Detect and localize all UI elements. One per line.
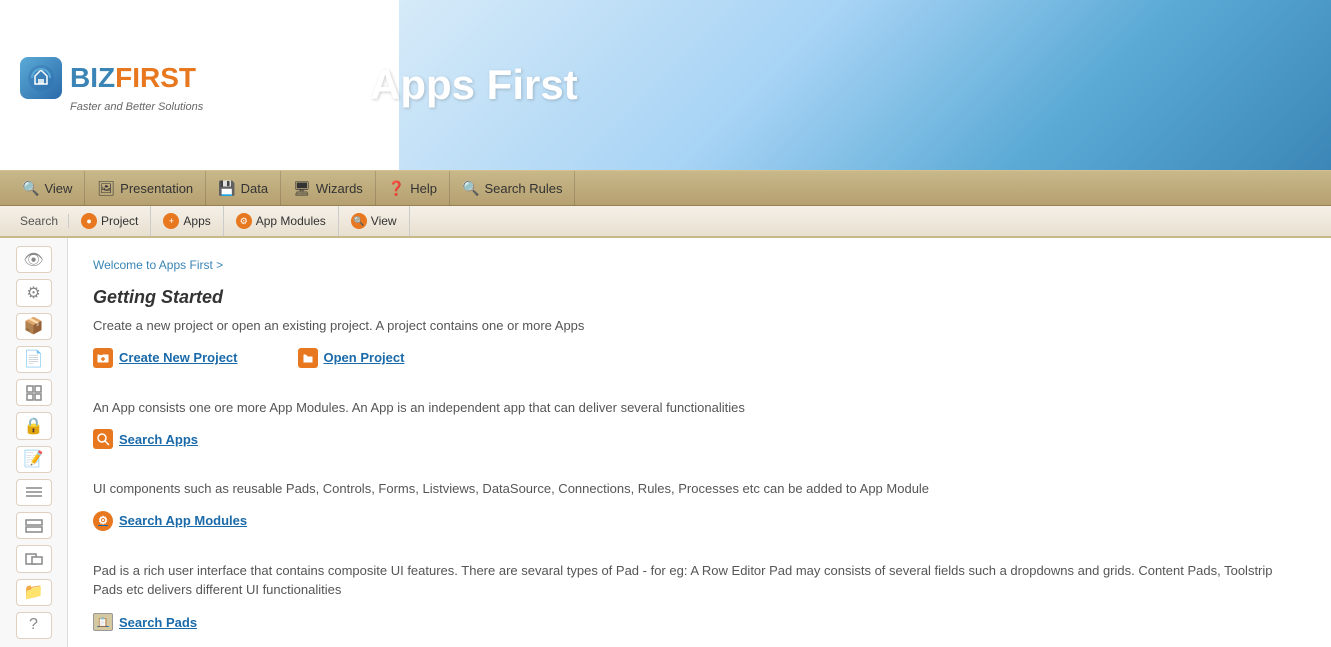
search-rules-icon: 🔍 (462, 180, 479, 197)
data-icon: 💾 (218, 180, 235, 197)
logo-icon (20, 57, 62, 99)
sidebar-icon-help[interactable]: ? (16, 612, 52, 639)
secondary-nav: Search ● Project + Apps ⚙ App Modules 🔍 … (0, 206, 1331, 238)
sidebar-icon-box[interactable]: 📦 (16, 313, 52, 340)
content-area: 👁 ⚙ 📦 📄 🔒 📝 (0, 238, 1331, 647)
search-label: Search (20, 214, 58, 228)
sidebar-icon-arrow[interactable] (16, 545, 52, 572)
search-app-modules-link[interactable]: ⚙ Search App Modules (93, 511, 247, 531)
wizards-icon: 🖥 (293, 180, 311, 197)
sidebar-icon-doc[interactable]: 📄 (16, 346, 52, 373)
logo-area: BIZFIRST Faster and Better Solutions (0, 0, 340, 170)
search-area: Search (10, 214, 69, 228)
nav-item-view[interactable]: 🔍 View (10, 171, 85, 205)
apps-section: An App consists one ore more App Modules… (93, 398, 1301, 462)
getting-started-title: Getting Started (93, 287, 1301, 308)
title-area: Apps First (340, 0, 1331, 170)
search-app-modules-icon: ⚙ (93, 511, 113, 531)
search-pads-link[interactable]: 📋 Search Pads (93, 613, 197, 631)
sidebar-icon-lock[interactable]: 🔒 (16, 412, 52, 439)
logo-first: FIRST (115, 62, 196, 93)
logo-biz: BIZ (70, 62, 115, 93)
search-apps-link[interactable]: Search Apps (93, 429, 198, 449)
open-project-link[interactable]: Open Project (298, 348, 405, 368)
project-action-row: Create New Project Open Project (93, 348, 1301, 380)
page-wrapper: BIZFIRST Faster and Better Solutions App… (0, 0, 1331, 647)
nav-item-search-rules[interactable]: 🔍 Search Rules (450, 171, 575, 205)
app-module-desc: UI components such as reusable Pads, Con… (93, 479, 1301, 499)
sidebar: 👁 ⚙ 📦 📄 🔒 📝 (0, 238, 68, 647)
main-content: Welcome to Apps First > Getting Started … (68, 238, 1331, 647)
getting-started-desc: Create a new project or open an existing… (93, 316, 1301, 336)
sidebar-icon-grid[interactable] (16, 379, 52, 406)
app-desc: An App consists one ore more App Modules… (93, 398, 1301, 418)
breadcrumb: Welcome to Apps First > (93, 258, 1301, 272)
nav-item-help[interactable]: ❓ Help (376, 171, 450, 205)
page-title: Apps First (370, 61, 578, 109)
search-apps-icon (93, 429, 113, 449)
sidebar-icon-layers[interactable] (16, 512, 52, 539)
sidebar-icon-gear[interactable]: ⚙ (16, 279, 52, 306)
sidebar-icon-lines[interactable] (16, 479, 52, 506)
nav-apps[interactable]: + Apps (151, 206, 223, 236)
nav-app-modules[interactable]: ⚙ App Modules (224, 206, 339, 236)
apps-icon: + (163, 213, 179, 229)
help-icon: ❓ (388, 180, 405, 197)
project-icon: ● (81, 213, 97, 229)
presentation-icon: 🖼 (97, 180, 115, 197)
pads-section: Pad is a rich user interface that contai… (93, 561, 1301, 644)
top-nav: 🔍 View 🖼 Presentation 💾 Data 🖥 Wizards ❓… (0, 170, 1331, 206)
logo-tagline: Faster and Better Solutions (70, 101, 320, 113)
sidebar-icon-eye[interactable]: 👁 (16, 246, 52, 273)
logo-text: BIZFIRST (20, 57, 320, 99)
logo-brand: BIZFIRST (70, 62, 196, 94)
nav-item-data[interactable]: 💾 Data (206, 171, 281, 205)
pad-desc: Pad is a rich user interface that contai… (93, 561, 1301, 600)
getting-started-section: Getting Started Create a new project or … (93, 287, 1301, 380)
header: BIZFIRST Faster and Better Solutions App… (0, 0, 1331, 170)
view-nav-icon: 🔍 (351, 213, 367, 229)
nav-project[interactable]: ● Project (69, 206, 151, 236)
create-project-icon (93, 348, 113, 368)
sidebar-icon-folder[interactable]: 📁 (16, 579, 52, 606)
create-project-link[interactable]: Create New Project (93, 348, 238, 368)
nav-item-presentation[interactable]: 🖼 Presentation (85, 171, 206, 205)
nav-item-wizards[interactable]: 🖥 Wizards (281, 171, 376, 205)
sidebar-icon-file[interactable]: 📝 (16, 446, 52, 473)
view-icon: 🔍 (22, 180, 39, 197)
app-modules-icon: ⚙ (236, 213, 252, 229)
open-project-icon (298, 348, 318, 368)
app-modules-section: UI components such as reusable Pads, Con… (93, 479, 1301, 543)
breadcrumb-link[interactable]: Welcome to Apps First > (93, 258, 223, 272)
search-pads-icon: 📋 (93, 613, 113, 631)
nav-view[interactable]: 🔍 View (339, 206, 410, 236)
